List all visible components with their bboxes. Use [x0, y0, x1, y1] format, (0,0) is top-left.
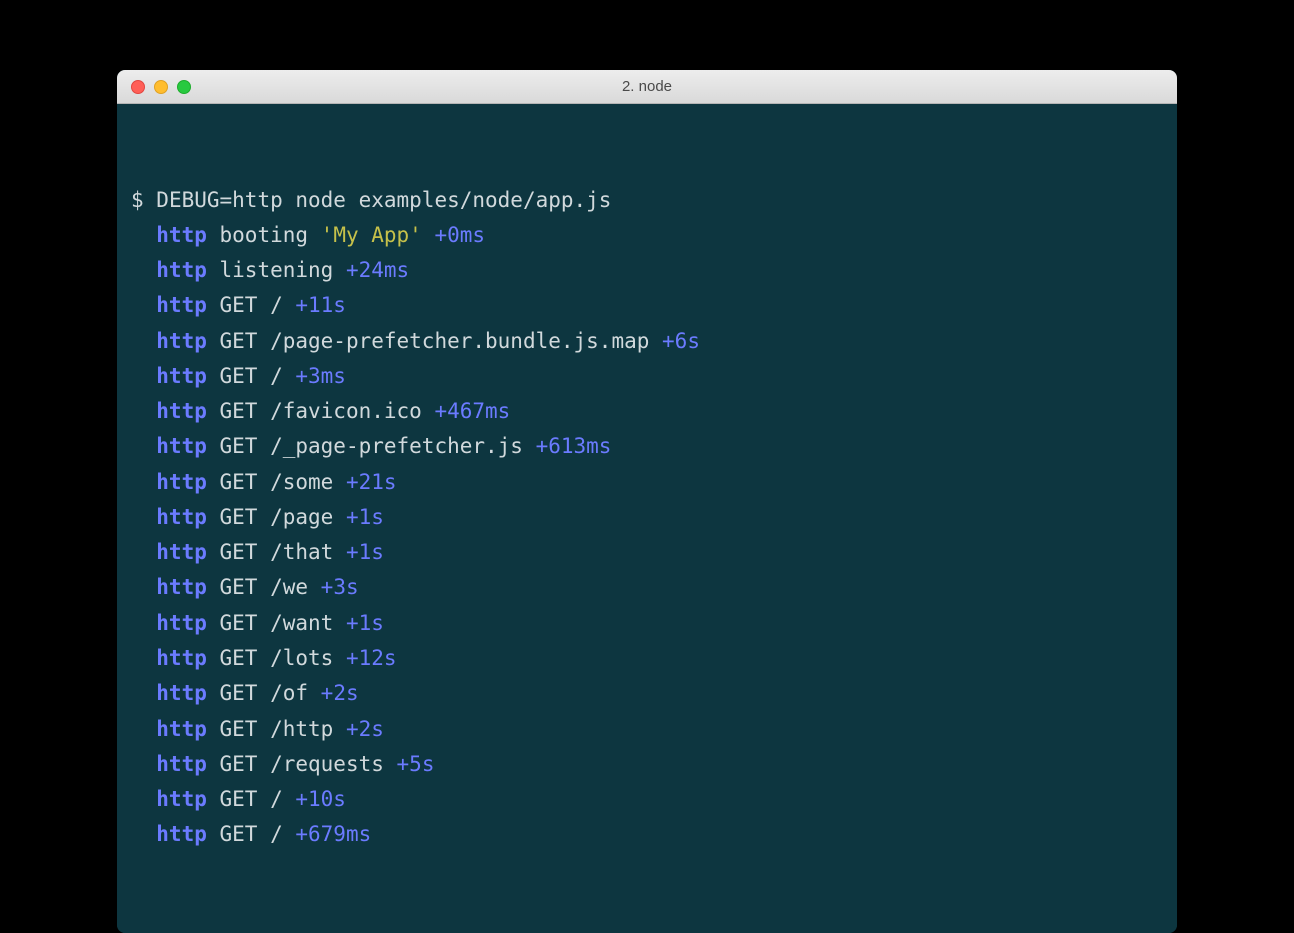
log-time: +679ms	[295, 822, 371, 846]
log-message: GET /lots	[220, 646, 346, 670]
log-string: 'My App'	[321, 223, 422, 247]
log-time: +3ms	[295, 364, 346, 388]
log-line: http GET / +11s	[131, 288, 1163, 323]
log-time: +21s	[346, 470, 397, 494]
log-message: GET /http	[220, 717, 346, 741]
log-time: +3s	[321, 575, 359, 599]
log-namespace: http	[156, 434, 207, 458]
log-time: +0ms	[434, 223, 485, 247]
log-namespace: http	[156, 293, 207, 317]
log-namespace: http	[156, 822, 207, 846]
log-line: http GET / +3ms	[131, 359, 1163, 394]
log-line: http GET /page +1s	[131, 500, 1163, 535]
log-time: +1s	[346, 611, 384, 635]
terminal-window: 2. node $ DEBUG=http node examples/node/…	[117, 70, 1177, 933]
log-line: http GET / +10s	[131, 782, 1163, 817]
log-time: +2s	[346, 717, 384, 741]
log-namespace: http	[156, 505, 207, 529]
log-time: +1s	[346, 540, 384, 564]
log-namespace: http	[156, 329, 207, 353]
close-icon[interactable]	[131, 80, 145, 94]
log-time: +11s	[295, 293, 346, 317]
window-title: 2. node	[117, 78, 1177, 95]
log-time: +6s	[662, 329, 700, 353]
log-line: http GET /favicon.ico +467ms	[131, 394, 1163, 429]
log-time: +1s	[346, 505, 384, 529]
log-time: +467ms	[434, 399, 510, 423]
log-namespace: http	[156, 540, 207, 564]
log-line: http GET /want +1s	[131, 606, 1163, 641]
log-line: http listening +24ms	[131, 253, 1163, 288]
log-namespace: http	[156, 258, 207, 282]
log-time: +24ms	[346, 258, 409, 282]
log-message: GET /page	[220, 505, 346, 529]
log-message: GET /	[220, 364, 296, 388]
log-message: GET /of	[220, 681, 321, 705]
traffic-lights	[117, 80, 191, 94]
log-namespace: http	[156, 470, 207, 494]
log-time: +613ms	[536, 434, 612, 458]
log-message: GET /we	[220, 575, 321, 599]
log-namespace: http	[156, 575, 207, 599]
log-line: http GET /_page-prefetcher.js +613ms	[131, 429, 1163, 464]
log-line: http GET /lots +12s	[131, 641, 1163, 676]
log-time: +5s	[397, 752, 435, 776]
log-message: GET /some	[220, 470, 346, 494]
log-namespace: http	[156, 223, 207, 247]
log-namespace: http	[156, 787, 207, 811]
log-namespace: http	[156, 399, 207, 423]
log-namespace: http	[156, 681, 207, 705]
log-namespace: http	[156, 611, 207, 635]
prompt: $	[131, 188, 156, 212]
log-namespace: http	[156, 717, 207, 741]
log-namespace: http	[156, 752, 207, 776]
log-time: +12s	[346, 646, 397, 670]
log-namespace: http	[156, 364, 207, 388]
log-message: GET /favicon.ico	[220, 399, 435, 423]
log-line: http GET / +679ms	[131, 817, 1163, 852]
log-namespace: http	[156, 646, 207, 670]
log-message: booting	[220, 223, 321, 247]
log-line: http GET /of +2s	[131, 676, 1163, 711]
titlebar: 2. node	[117, 70, 1177, 104]
log-message: GET /	[220, 787, 296, 811]
log-message: GET /	[220, 822, 296, 846]
log-message: listening	[220, 258, 346, 282]
log-line: http GET /page-prefetcher.bundle.js.map …	[131, 324, 1163, 359]
command-line: $ DEBUG=http node examples/node/app.js	[131, 183, 1163, 218]
log-line: http GET /we +3s	[131, 570, 1163, 605]
log-line: http GET /that +1s	[131, 535, 1163, 570]
minimize-icon[interactable]	[154, 80, 168, 94]
log-message: GET /_page-prefetcher.js	[220, 434, 536, 458]
terminal-output[interactable]: $ DEBUG=http node examples/node/app.jsht…	[117, 104, 1177, 933]
log-time: +2s	[321, 681, 359, 705]
log-message: GET /	[220, 293, 296, 317]
command-text: DEBUG=http node examples/node/app.js	[156, 188, 611, 212]
log-message: GET /that	[220, 540, 346, 564]
log-line: http booting 'My App' +0ms	[131, 218, 1163, 253]
log-line: http GET /requests +5s	[131, 747, 1163, 782]
log-time: +10s	[295, 787, 346, 811]
log-message: GET /want	[220, 611, 346, 635]
log-message: GET /requests	[220, 752, 397, 776]
log-line: http GET /some +21s	[131, 465, 1163, 500]
zoom-icon[interactable]	[177, 80, 191, 94]
log-message: GET /page-prefetcher.bundle.js.map	[220, 329, 663, 353]
log-line: http GET /http +2s	[131, 712, 1163, 747]
